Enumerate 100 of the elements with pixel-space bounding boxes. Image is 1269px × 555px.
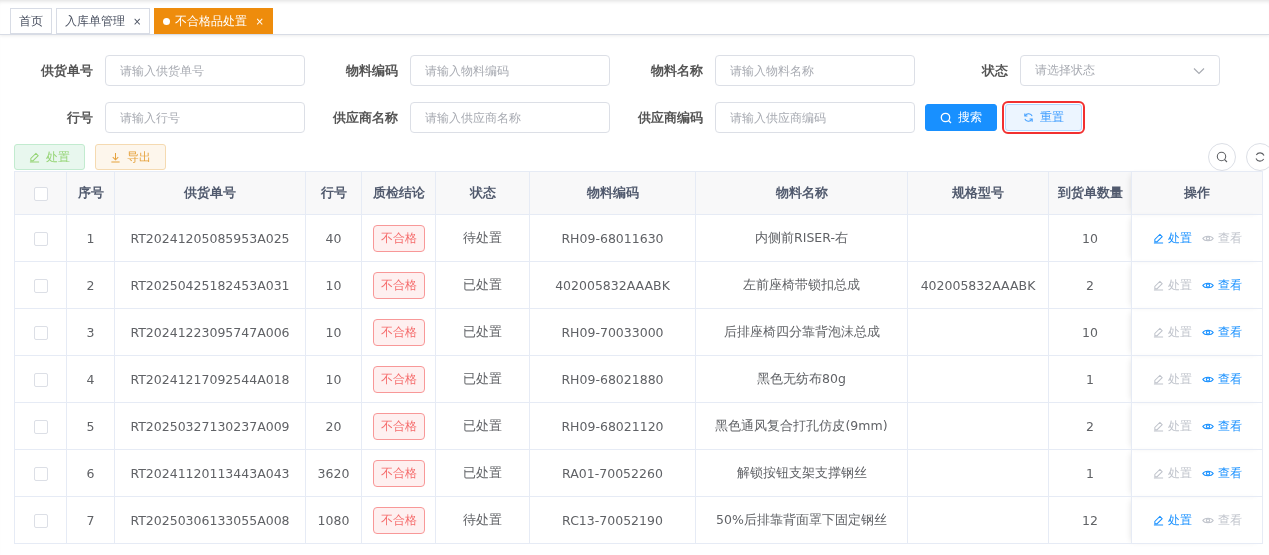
pen-icon bbox=[1152, 373, 1164, 385]
table-cell: RT20250306133055A008 bbox=[130, 512, 290, 528]
search-icon[interactable] bbox=[1208, 143, 1236, 171]
search-icon bbox=[940, 111, 952, 124]
table-cell: 后排座椅四分靠背泡沫总成 bbox=[723, 323, 880, 339]
column-header: 质检结论 bbox=[361, 171, 436, 215]
active-dot-icon bbox=[163, 17, 171, 25]
table-cell: 2 bbox=[86, 277, 95, 293]
result-tag: 不合格 bbox=[372, 318, 425, 346]
input-field[interactable]: 请输入物料名称 bbox=[715, 55, 915, 86]
table-cell: 1080 bbox=[317, 512, 350, 528]
view-link[interactable]: 查看 bbox=[1201, 418, 1242, 434]
table-cell: 待处置 bbox=[463, 229, 502, 245]
row-checkbox[interactable] bbox=[33, 372, 48, 387]
table-cell: RT20241217092544A018 bbox=[130, 371, 290, 387]
input-field[interactable]: 请输入行号 bbox=[105, 102, 305, 133]
field-label: 物料名称 bbox=[650, 61, 704, 80]
close-icon[interactable]: × bbox=[133, 15, 142, 27]
handle-link[interactable]: 处置 bbox=[1152, 512, 1192, 528]
row-checkbox[interactable] bbox=[33, 231, 48, 246]
table-cell: 已处置 bbox=[463, 276, 502, 292]
column-header: 物料名称 bbox=[695, 171, 908, 215]
search-button[interactable]: 搜索 bbox=[925, 104, 997, 131]
table-cell: 10 bbox=[325, 324, 342, 340]
table-cell: 7 bbox=[86, 512, 95, 528]
result-tag: 不合格 bbox=[372, 271, 425, 299]
table-cell: 50%后排靠背面罩下固定钢丝 bbox=[716, 511, 887, 527]
result-tag: 不合格 bbox=[372, 412, 425, 440]
table-cell: 12 bbox=[1082, 512, 1098, 528]
column-header: 物料编码 bbox=[529, 171, 696, 215]
table-cell: 内侧前RISER-右 bbox=[755, 229, 848, 245]
column-header: 操作 bbox=[1131, 171, 1263, 215]
download-icon bbox=[110, 151, 121, 163]
table-cell: RT20241205085953A025 bbox=[130, 230, 290, 246]
row-checkbox[interactable] bbox=[33, 513, 48, 528]
table-cell: 已处置 bbox=[463, 370, 502, 386]
column-header: 供货单号 bbox=[114, 171, 306, 215]
eye-icon bbox=[1201, 374, 1214, 384]
field-label: 行号 bbox=[66, 108, 94, 127]
column-header: 状态 bbox=[435, 171, 530, 215]
status-select[interactable]: 请选择状态 bbox=[1020, 55, 1220, 86]
table-cell: 黑色通风复合打孔仿皮(9mm) bbox=[715, 417, 888, 433]
handle-button[interactable]: 处置 bbox=[14, 144, 85, 170]
eye-icon bbox=[1201, 515, 1214, 525]
table-cell: 4 bbox=[86, 371, 95, 387]
view-link[interactable]: 查看 bbox=[1201, 465, 1242, 481]
table-cell: 40 bbox=[325, 230, 342, 246]
view-link[interactable]: 查看 bbox=[1201, 277, 1242, 293]
field-label: 供货单号 bbox=[39, 61, 94, 80]
pen-icon bbox=[1152, 514, 1164, 526]
table-cell: 1 bbox=[86, 230, 95, 246]
refresh-icon[interactable] bbox=[1246, 143, 1269, 171]
chevron-down-icon bbox=[1193, 66, 1205, 75]
table-cell: RT20250425182453A031 bbox=[130, 277, 290, 293]
row-checkbox[interactable] bbox=[33, 278, 48, 293]
pen-icon bbox=[1152, 467, 1164, 479]
input-field[interactable]: 请输入供应商名称 bbox=[410, 102, 610, 133]
select-all-checkbox[interactable] bbox=[33, 186, 48, 201]
result-tag: 不合格 bbox=[372, 506, 425, 534]
view-link[interactable]: 查看 bbox=[1201, 371, 1242, 387]
table-cell: 已处置 bbox=[463, 417, 502, 433]
table-cell: 402005832AAABK bbox=[555, 277, 670, 293]
page-tab[interactable]: 入库单管理 × bbox=[56, 8, 151, 34]
table-cell: 3620 bbox=[317, 465, 350, 481]
page-tab[interactable]: 不合格品处置 × bbox=[154, 8, 273, 34]
table-cell: 2 bbox=[1086, 277, 1094, 293]
handle-link[interactable]: 处置 bbox=[1152, 230, 1192, 246]
row-checkbox[interactable] bbox=[33, 325, 48, 340]
export-button[interactable]: 导出 bbox=[95, 144, 166, 170]
reset-button[interactable]: 重置 bbox=[1005, 104, 1082, 131]
table-cell: 1 bbox=[1086, 465, 1094, 481]
table-cell: 1 bbox=[1086, 371, 1094, 387]
pen-icon bbox=[29, 151, 40, 163]
page-tab[interactable]: 首页 bbox=[10, 8, 52, 34]
table-cell: 5 bbox=[86, 418, 95, 434]
pen-icon bbox=[1152, 279, 1164, 291]
row-checkbox[interactable] bbox=[33, 466, 48, 481]
pen-icon bbox=[1152, 326, 1164, 338]
input-field[interactable]: 请输入供货单号 bbox=[105, 55, 305, 86]
row-checkbox[interactable] bbox=[33, 419, 48, 434]
table-cell: RT20241120113443A043 bbox=[130, 465, 290, 481]
column-header: 行号 bbox=[305, 171, 362, 215]
table-cell: 10 bbox=[325, 277, 342, 293]
table-cell: RH09-68011630 bbox=[561, 230, 664, 246]
input-field[interactable]: 请输入物料编码 bbox=[410, 55, 610, 86]
column-header: 到货单数量 bbox=[1048, 171, 1132, 215]
table-cell: 10 bbox=[1082, 230, 1098, 246]
table-cell: 20 bbox=[325, 418, 342, 434]
table-cell: 10 bbox=[1082, 324, 1098, 340]
eye-icon bbox=[1201, 421, 1214, 431]
close-icon[interactable]: × bbox=[255, 15, 264, 27]
input-field[interactable]: 请输入供应商编码 bbox=[715, 102, 915, 133]
table-cell: RC13-70052190 bbox=[562, 512, 663, 528]
table-cell: 左前座椅带锁扣总成 bbox=[743, 276, 860, 292]
column-header: 规格型号 bbox=[907, 171, 1049, 215]
pen-icon bbox=[1152, 420, 1164, 432]
table-cell: 待处置 bbox=[463, 511, 502, 527]
table-cell: RH09-70033000 bbox=[561, 324, 664, 340]
table-cell: 6 bbox=[86, 465, 95, 481]
view-link[interactable]: 查看 bbox=[1201, 324, 1242, 340]
